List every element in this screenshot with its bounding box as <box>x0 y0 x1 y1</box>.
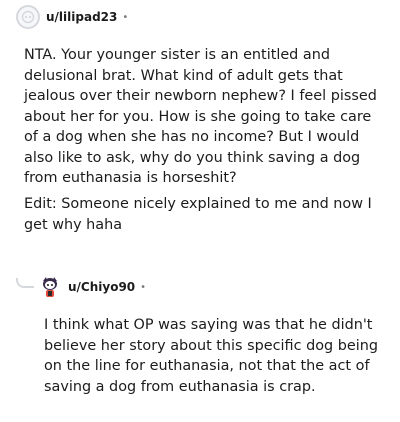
username-link[interactable]: u/lilipad23 <box>46 10 117 24</box>
default-avatar-icon[interactable] <box>16 5 40 29</box>
comment-header: u/Chiyo90 • <box>0 270 400 304</box>
custom-snoo-avatar-icon[interactable] <box>38 275 62 299</box>
comment-paragraph: I think what OP was saying was that he d… <box>44 317 378 395</box>
thread-connector-line <box>16 278 34 288</box>
comment-paragraph-edit: Edit: Someone nicely explained to me and… <box>24 196 372 233</box>
separator-dot: • <box>140 281 147 293</box>
separator-dot: • <box>122 11 129 23</box>
comment-lilipad23: u/lilipad23 • NTA. Your younger sister i… <box>0 0 400 233</box>
comment-paragraph: NTA. Your younger sister is an entitled … <box>24 47 377 186</box>
username-link[interactable]: u/Chiyo90 <box>68 280 135 294</box>
comment-chiyo90: u/Chiyo90 • I think what OP was saying w… <box>0 270 400 395</box>
comment-header: u/lilipad23 • <box>0 0 400 34</box>
